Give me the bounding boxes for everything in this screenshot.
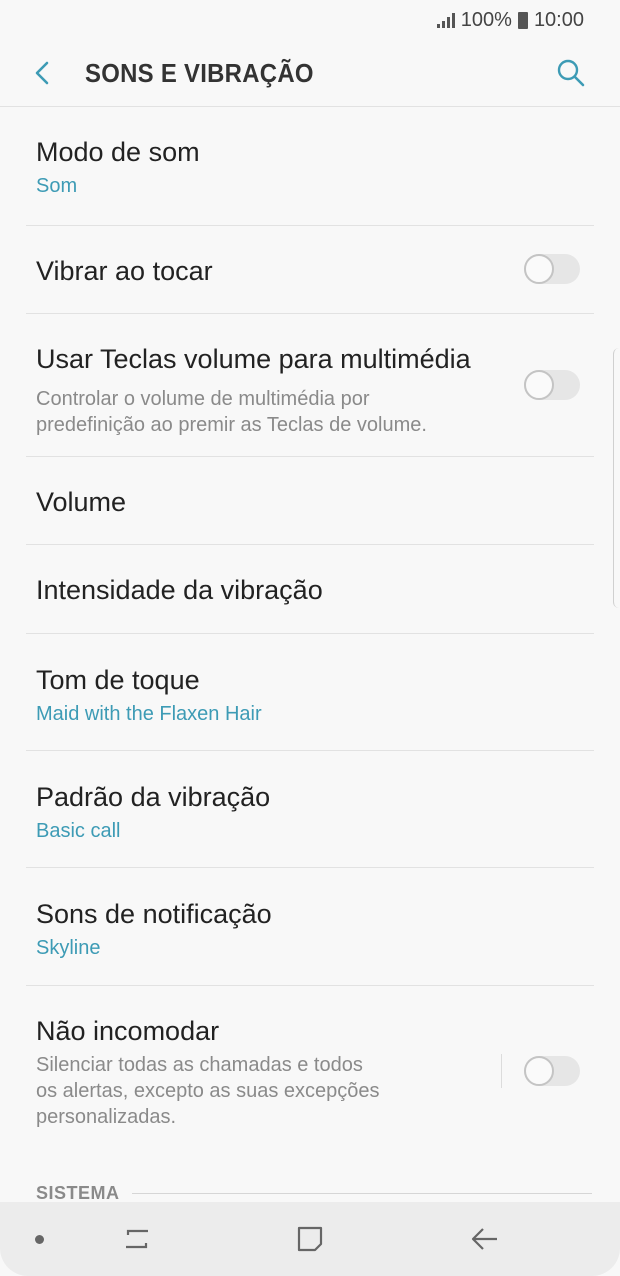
section-divider	[131, 1192, 592, 1194]
setting-notification-sounds[interactable]: Sons de notificação Skyline	[26, 868, 594, 986]
setting-label: Sons de notificação	[36, 899, 272, 929]
setting-label: Volume	[36, 487, 127, 517]
setting-ringtone[interactable]: Tom de toque Maid with the Flaxen Hair	[26, 634, 594, 751]
toggle-knob	[524, 1056, 554, 1086]
setting-value: Skyline	[36, 937, 101, 959]
divider	[501, 1054, 502, 1088]
setting-label: Tom de toque	[36, 665, 200, 695]
back-icon[interactable]	[467, 1222, 501, 1256]
setting-vibration-intensity[interactable]: Intensidade da vibração	[26, 545, 594, 634]
description-line: Controlar o volume de multimédia por	[36, 388, 370, 410]
status-bar: 100% 10:00	[0, 0, 620, 40]
description-line: Silenciar todas as chamadas e todos	[36, 1054, 363, 1076]
setting-label: Usar Teclas volume para multimédia	[36, 344, 471, 374]
description-line: personalizadas.	[36, 1106, 177, 1128]
setting-label: Vibrar ao tocar	[36, 256, 213, 286]
setting-value: Basic call	[36, 820, 121, 842]
navigation-bar	[0, 1202, 620, 1276]
battery-icon	[517, 11, 528, 29]
setting-value: Maid with the Flaxen Hair	[36, 703, 262, 725]
signal-icon	[436, 12, 455, 28]
page-title: SONS E VIBRAÇÃO	[85, 58, 314, 88]
setting-label: Não incomodar	[36, 1016, 220, 1046]
volume-keys-media-toggle[interactable]	[524, 370, 580, 400]
do-not-disturb-toggle[interactable]	[524, 1056, 580, 1086]
setting-sound-mode[interactable]: Modo de som Som	[26, 107, 594, 226]
toggle-knob	[524, 254, 554, 284]
setting-value: Som	[36, 175, 78, 197]
setting-vibrate-on-ring[interactable]: Vibrar ao tocar	[26, 226, 594, 314]
description-line: predefinição ao premir as Teclas de volu…	[36, 414, 427, 436]
scroll-indicator	[613, 348, 620, 608]
setting-description: Controlar o volume de multimédia por pre…	[36, 386, 427, 438]
nav-dot-icon[interactable]	[35, 1235, 44, 1244]
setting-label: Padrão da vibração	[36, 782, 271, 812]
setting-do-not-disturb[interactable]: Não incomodar Silenciar todas as chamada…	[26, 986, 594, 1146]
setting-volume-keys-media[interactable]: Usar Teclas volume para multimédia Contr…	[26, 314, 594, 457]
description-line: os alertas, excepto as suas excepções	[36, 1080, 380, 1102]
vibrate-on-ring-toggle[interactable]	[524, 254, 580, 284]
battery-percent: 100%	[460, 8, 512, 31]
setting-vibration-pattern[interactable]: Padrão da vibração Basic call	[26, 751, 594, 868]
toggle-knob	[524, 370, 554, 400]
setting-volume[interactable]: Volume	[26, 457, 594, 545]
home-icon[interactable]	[293, 1222, 327, 1256]
search-icon[interactable]	[556, 58, 586, 88]
setting-label: Intensidade da vibração	[36, 575, 323, 605]
app-bar: SONS E VIBRAÇÃO	[0, 40, 620, 107]
setting-description: Silenciar todas as chamadas e todos os a…	[36, 1052, 380, 1130]
back-arrow-icon[interactable]	[30, 58, 56, 88]
setting-label: Modo de som	[36, 137, 200, 167]
recents-icon[interactable]	[120, 1222, 154, 1256]
section-label: SISTEMA	[36, 1182, 120, 1203]
clock: 10:00	[533, 8, 584, 31]
settings-list: Modo de som Som Vibrar ao tocar Usar Tec…	[0, 107, 620, 1146]
